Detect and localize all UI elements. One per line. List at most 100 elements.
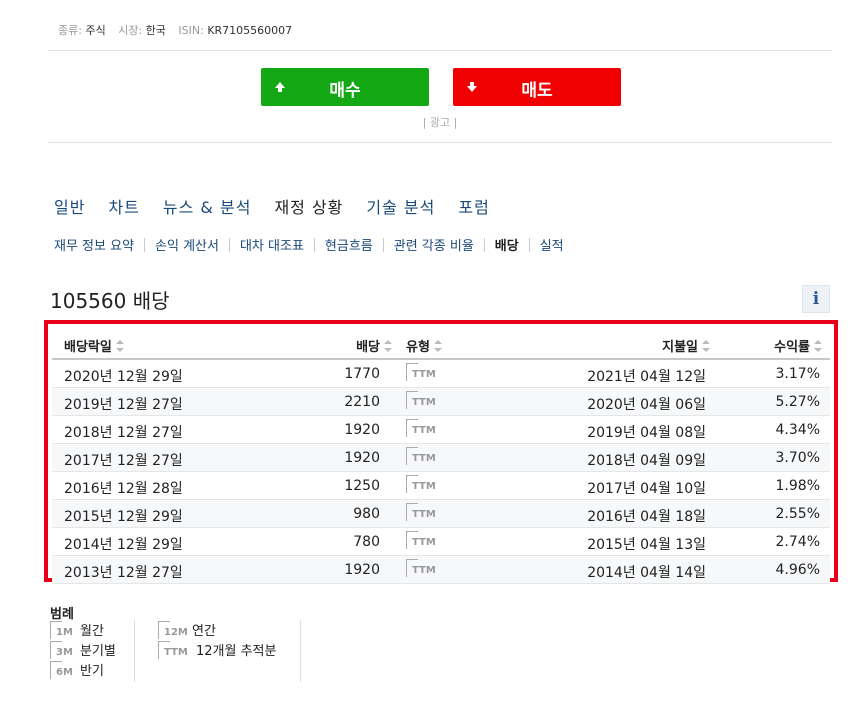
pay-date-cell: 2014년 04월 14일 — [587, 565, 706, 581]
pay-date-cell: 2018년 04월 09일 — [587, 453, 706, 469]
subtab-summary[interactable]: 재무 정보 요약 — [54, 235, 134, 254]
header-pay-date[interactable]: 지불일 — [662, 336, 710, 355]
header-type[interactable]: 유형 — [406, 336, 442, 355]
instrument-meta: 종류: 주식 시장: 한국 ISIN: KR7105560007 — [58, 22, 301, 38]
divider — [48, 142, 832, 143]
yield-cell: 5.27% — [775, 394, 820, 410]
dividend-cell: 2210 — [344, 394, 380, 410]
dividend-table-highlight: 배당락일 배당 유형 지불일 수익률 2020년 12월 29일 1770 TTM 2… — [44, 320, 838, 584]
info-icon[interactable]: i — [802, 285, 830, 313]
table-row: 2020년 12월 29일 1770 TTM 2021년 04월 12일 3.17% — [52, 360, 830, 388]
ex-date-cell: 2017년 12월 27일 — [64, 453, 183, 469]
divider — [382, 237, 384, 252]
quarterly-icon: 3M — [50, 641, 84, 661]
table-row: 2013년 12월 27일 1920 TTM 2014년 04월 14일 4.96% — [52, 556, 830, 584]
table-row: 2019년 12월 27일 2210 TTM 2020년 04월 06일 5.27% — [52, 388, 830, 416]
divider — [144, 237, 146, 252]
yield-cell: 3.17% — [775, 366, 820, 382]
tab-forum[interactable]: 포럼 — [458, 194, 489, 218]
ex-date-cell: 2016년 12월 28일 — [64, 481, 183, 497]
pay-date-cell: 2017년 04월 10일 — [587, 481, 706, 497]
dividend-cell: 1770 — [344, 366, 380, 382]
sort-icon — [702, 340, 710, 352]
ttm-icon: TTM — [406, 363, 440, 387]
ttm-icon: TTM — [406, 475, 440, 499]
table-row: 2015년 12월 29일 980 TTM 2016년 04월 18일 2.55% — [52, 500, 830, 528]
tab-chart[interactable]: 차트 — [108, 194, 139, 218]
pay-date-cell: 2020년 04월 06일 — [587, 397, 706, 413]
ex-date-cell: 2020년 12월 29일 — [64, 369, 183, 385]
dividend-cell: 980 — [353, 506, 380, 522]
subtab-dividends[interactable]: 배당 — [495, 235, 519, 254]
ex-date-cell: 2018년 12월 27일 — [64, 425, 183, 441]
type-value: 주식 — [85, 24, 106, 37]
divider — [48, 50, 832, 51]
pay-date-cell: 2021년 04월 12일 — [587, 369, 706, 385]
ttm-icon: TTM — [406, 531, 440, 555]
divider — [313, 237, 315, 252]
header-dividend[interactable]: 배당 — [356, 336, 392, 355]
pay-date-cell: 2016년 04월 18일 — [587, 509, 706, 525]
subtab-income-statement[interactable]: 손익 계산서 — [155, 235, 219, 254]
dividend-cell: 1920 — [344, 562, 380, 578]
table-row: 2018년 12월 27일 1920 TTM 2019년 04월 08일 4.34% — [52, 416, 830, 444]
subtab-ratios[interactable]: 관련 각종 비율 — [394, 235, 474, 254]
tab-financials[interactable]: 재정 상황 — [274, 194, 343, 218]
table-row: 2016년 12월 28일 1250 TTM 2017년 04월 10일 1.98% — [52, 472, 830, 500]
sort-icon — [814, 340, 822, 352]
financial-subtabs: 재무 정보 요약 손익 계산서 대차 대조표 현금흐름 관련 각종 비율 배당 … — [54, 235, 564, 254]
market-value[interactable]: 한국 — [146, 24, 166, 37]
yield-cell: 4.96% — [775, 562, 820, 578]
ttm-icon: TTM — [406, 419, 440, 443]
ex-date-cell: 2013년 12월 27일 — [64, 565, 183, 581]
legend-title: 범례 — [50, 607, 74, 622]
dividend-cell: 1250 — [344, 478, 380, 494]
ex-date-cell: 2015년 12월 29일 — [64, 509, 183, 525]
divider — [528, 237, 530, 252]
ttm-icon: TTM — [406, 391, 440, 415]
tab-general[interactable]: 일반 — [54, 194, 85, 218]
divider — [483, 237, 485, 252]
buy-button[interactable]: 매수 — [261, 68, 429, 106]
isin-value: KR7105560007 — [207, 24, 293, 37]
divider — [300, 620, 301, 682]
ttm-icon: TTM — [406, 447, 440, 471]
divider — [134, 620, 135, 682]
divider — [228, 237, 230, 252]
yield-cell: 3.70% — [775, 450, 820, 466]
ttm-icon: TTM — [406, 503, 440, 527]
ad-label: | 광고 | — [422, 116, 458, 129]
header-yield[interactable]: 수익률 — [774, 336, 822, 355]
dividend-cell: 1920 — [344, 422, 380, 438]
yield-cell: 2.55% — [775, 506, 820, 522]
tab-news-analysis[interactable]: 뉴스 & 분석 — [163, 194, 252, 218]
monthly-icon: 1M — [50, 621, 84, 641]
subtab-earnings[interactable]: 실적 — [540, 235, 564, 254]
ttm-icon: TTM — [158, 641, 192, 661]
table-row: 2017년 12월 27일 1920 TTM 2018년 04월 09일 3.70% — [52, 444, 830, 472]
sort-icon — [115, 340, 124, 352]
annual-icon: 12M — [158, 621, 192, 641]
header-ex-date[interactable]: 배당락일 — [64, 336, 124, 355]
type-label: 종류: — [58, 24, 82, 37]
tab-technical[interactable]: 기술 분석 — [366, 194, 435, 218]
market-label: 시장: — [118, 24, 143, 37]
pay-date-cell: 2019년 04월 08일 — [587, 425, 706, 441]
isin-label: ISIN: — [178, 24, 204, 37]
dividend-table: 배당락일 배당 유형 지불일 수익률 2020년 12월 29일 1770 TTM 2… — [52, 328, 830, 584]
yield-cell: 1.98% — [775, 478, 820, 494]
sell-button[interactable]: 매도 — [453, 68, 621, 106]
dividend-cell: 1920 — [344, 450, 380, 466]
dividend-cell: 780 — [353, 534, 380, 550]
ex-date-cell: 2019년 12월 27일 — [64, 397, 183, 413]
sort-icon — [384, 340, 392, 352]
ttm-icon: TTM — [406, 559, 440, 583]
yield-cell: 4.34% — [775, 422, 820, 438]
buy-button-label: 매수 — [329, 81, 361, 101]
subtab-cash-flow[interactable]: 현금흐름 — [325, 235, 373, 254]
table-header: 배당락일 배당 유형 지불일 수익률 — [52, 328, 830, 360]
sell-button-label: 매도 — [521, 81, 553, 101]
page-title: 105560 배당 — [50, 289, 170, 313]
subtab-balance-sheet[interactable]: 대차 대조표 — [240, 235, 304, 254]
yield-cell: 2.74% — [775, 534, 820, 550]
